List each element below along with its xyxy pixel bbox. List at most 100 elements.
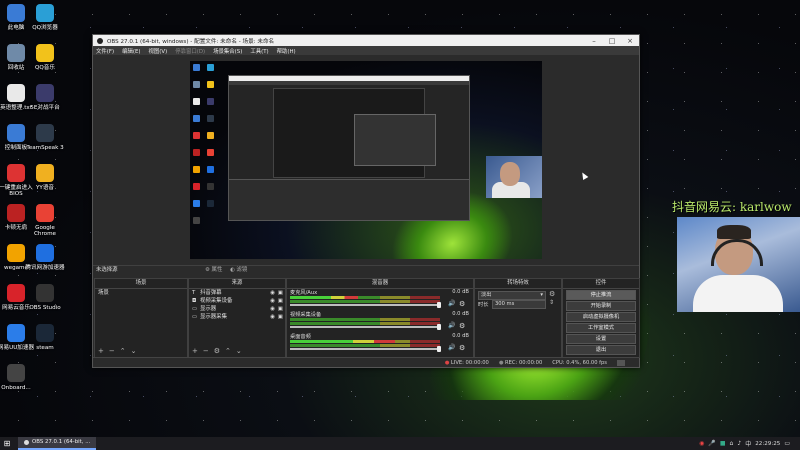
move-down-icon[interactable]: ⌄ [236, 347, 242, 355]
menu-item[interactable]: 帮助(H) [277, 47, 296, 55]
control-button[interactable]: 退出 [566, 345, 636, 355]
volume-slider-handle[interactable] [437, 302, 441, 308]
obs-window[interactable]: OBS 27.0.1 (64-bit, windows) - 配置文件: 未命名… [92, 34, 640, 368]
source-settings-icon[interactable]: ⚙ [214, 347, 220, 355]
cpu-fps: CPU: 0.4%, 60.00 fps [552, 359, 607, 366]
lock-icon[interactable]: ▣ [278, 289, 283, 297]
desktop-icon[interactable]: Onboard... [0, 364, 36, 391]
eye-icon[interactable]: ◉ [270, 305, 275, 313]
maximize-icon[interactable]: □ [603, 37, 621, 45]
source-item[interactable]: ◘ 视频采集设备 ◉ ▣ [189, 297, 285, 305]
tray-app-icon[interactable]: ◉ [699, 440, 704, 447]
filters-label: 滤镜 [236, 267, 248, 273]
desktop-icon[interactable]: 5E对战平台 [25, 84, 65, 111]
transition-settings-icon[interactable]: ⚙ [549, 290, 555, 298]
desktop-icon[interactable]: OBS Studio [25, 284, 65, 311]
volume-slider[interactable] [290, 326, 440, 328]
minimize-icon[interactable]: – [585, 37, 603, 45]
transition-select[interactable]: 淡出 ▾ [478, 291, 546, 300]
menu-item[interactable]: 视图(V) [149, 47, 168, 55]
volume-slider[interactable] [290, 304, 440, 306]
desktop-icon[interactable]: QQ浏览器 [25, 4, 65, 31]
controls-dock: 控件 停止推流 开始录制 启动虚拟摄像机 工作室模式 设置 退出 [562, 278, 640, 358]
control-button[interactable]: 开始录制 [566, 301, 636, 311]
uu-icon [7, 324, 25, 342]
wegame-icon [7, 244, 25, 262]
notification-icon[interactable]: ▭ [784, 440, 790, 447]
remove-scene-button[interactable]: − [109, 347, 115, 355]
lock-icon[interactable]: ▣ [278, 313, 283, 321]
preview-canvas[interactable] [190, 61, 542, 259]
obs-titlebar[interactable]: OBS 27.0.1 (64-bit, windows) - 配置文件: 未命名… [93, 35, 639, 46]
duration-stepper-icon[interactable]: ⇕ [549, 299, 554, 306]
speaker-icon[interactable]: 🔊 [448, 322, 455, 329]
control-button[interactable]: 工作室模式 [566, 323, 636, 333]
qq-music-icon [36, 44, 54, 62]
lock-icon[interactable]: ▣ [278, 297, 283, 305]
tray-green-icon[interactable]: ■ [720, 440, 726, 447]
source-item[interactable]: ▭ 显示器 ◉ ▣ [189, 305, 285, 313]
desktop-icon[interactable]: TeamSpeak 3 [25, 124, 65, 151]
volume-slider-handle[interactable] [437, 324, 441, 330]
remove-source-button[interactable]: − [203, 347, 209, 355]
network-icon[interactable]: ⌂ [730, 440, 734, 447]
control-button[interactable]: 启动虚拟摄像机 [566, 312, 636, 322]
volume-slider[interactable] [290, 348, 440, 350]
source-name: 视频采集设备 [200, 298, 233, 304]
move-up-icon[interactable]: ⌃ [225, 347, 231, 355]
taskbar-item-obs[interactable]: OBS 27.0.1 (64-bit, ... [18, 437, 97, 450]
speaker-icon[interactable]: 🔊 [448, 300, 455, 307]
duration-input[interactable]: 300 ms [492, 300, 546, 309]
status-bar: ● LIVE: 00:00:00 ● REC: 00:00:00 CPU: 0.… [93, 357, 639, 367]
windows-start-icon[interactable]: ⊞ [0, 437, 14, 450]
menu-item[interactable]: 停靠窗口(D) [175, 47, 205, 55]
source-toolbar: 未选择源 ⚙ 属性 ◐ 滤镜 [93, 265, 639, 275]
speaker-icon[interactable]: 🔊 [448, 344, 455, 351]
eye-icon[interactable]: ◉ [270, 297, 275, 305]
desktop-icon[interactable]: Google Chrome [25, 204, 65, 237]
source-item[interactable]: T 抖音弹幕 ◉ ▣ [189, 289, 285, 297]
source-name: 显示器采集 [200, 314, 227, 320]
add-source-button[interactable]: + [192, 347, 198, 355]
nested-docks [229, 179, 469, 220]
track-settings-icon[interactable]: ⚙ [459, 300, 465, 308]
menu-item[interactable]: 场景集合(S) [213, 47, 242, 55]
scenes-header: 场景 [95, 279, 187, 289]
obs-logo-icon [97, 37, 103, 44]
control-button[interactable]: 停止推流 [566, 290, 636, 300]
desktop-icon[interactable]: QQ音乐 [25, 44, 65, 71]
add-scene-button[interactable]: + [98, 347, 104, 355]
yy-icon [36, 164, 54, 182]
close-icon[interactable]: × [621, 37, 639, 45]
menu-item[interactable]: 工具(T) [250, 47, 268, 55]
mixer-tracks: 麦克风/Aux 0.0 dB 🔊 ⚙ 视频采集设备 0.0 dB 🔊 ⚙ 桌面音频 0.0 dB 🔊… [287, 289, 473, 355]
microphone-icon[interactable]: 🎤 [708, 440, 715, 447]
source-item[interactable]: ▭ 显示器采集 ◉ ▣ [189, 313, 285, 321]
volume-meter [290, 318, 440, 321]
move-down-icon[interactable]: ⌄ [131, 347, 137, 355]
volume-slider-handle[interactable] [437, 346, 441, 352]
desktop-icon[interactable]: steam [25, 324, 65, 351]
input-method-icon[interactable]: 中 [745, 439, 751, 448]
menu-item[interactable]: 编辑(E) [122, 47, 140, 55]
desktop-icon[interactable]: YY语音 [25, 164, 65, 191]
eye-icon[interactable]: ◉ [270, 289, 275, 297]
desktop-icon[interactable]: 腾讯网游加速器 [25, 244, 65, 271]
monitor-capture-icon: ▭ [192, 314, 198, 320]
text-file-icon [7, 84, 25, 102]
scene-item[interactable]: 场景 [95, 289, 187, 297]
eye-icon[interactable]: ◉ [270, 313, 275, 321]
move-up-icon[interactable]: ⌃ [120, 347, 126, 355]
menu-item[interactable]: 文件(F) [96, 47, 114, 55]
chrome-icon [36, 204, 54, 222]
track-settings-icon[interactable]: ⚙ [459, 344, 465, 352]
volume-icon[interactable]: ♪ [737, 440, 741, 447]
filters-button[interactable]: ◐ 滤镜 [230, 266, 247, 275]
lock-icon[interactable]: ▣ [278, 305, 283, 313]
nested-preview [273, 88, 436, 178]
transition-type: 淡出 [481, 292, 492, 298]
control-button[interactable]: 设置 [566, 334, 636, 344]
properties-button[interactable]: ⚙ 属性 [205, 266, 222, 275]
track-settings-icon[interactable]: ⚙ [459, 322, 465, 330]
controls-header: 控件 [563, 279, 639, 289]
